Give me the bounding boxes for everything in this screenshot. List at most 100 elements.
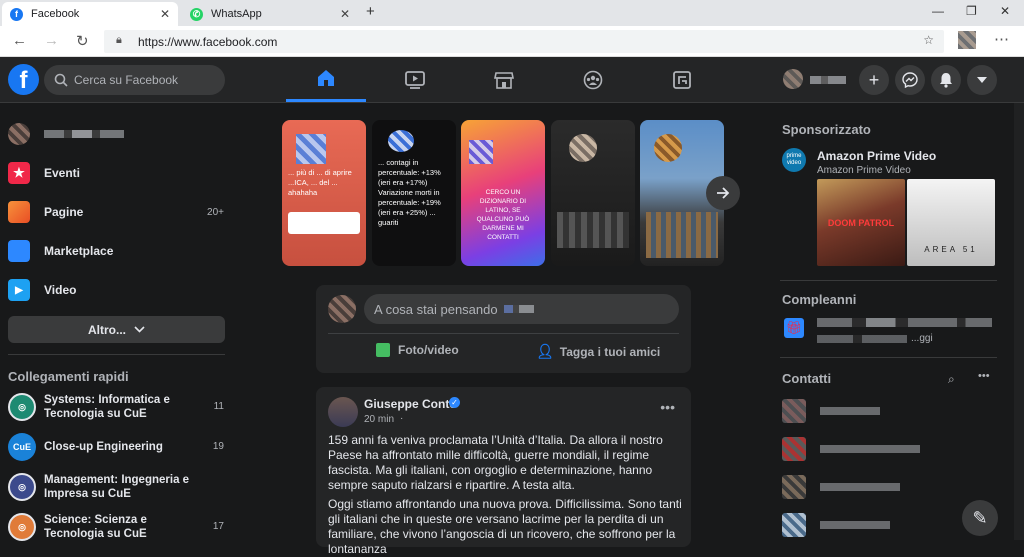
shortcut-label: Systems: Informatica e Tecnologia su CuE [44, 394, 170, 420]
contact-name-blurred [820, 521, 890, 529]
new-tab-button[interactable]: + [366, 3, 375, 20]
shortcut-badge: 19 [212, 441, 224, 452]
nav-groups-tab[interactable] [553, 57, 633, 102]
account-menu-button[interactable] [967, 65, 997, 95]
avatar [782, 513, 806, 537]
sidebar-item-pagine[interactable]: Pagine 20+ [8, 194, 232, 230]
url-text: https://www.facebook.com [138, 34, 278, 49]
profile-avatar[interactable] [958, 31, 976, 49]
story-avatar [654, 134, 682, 162]
shortcut-item[interactable]: CuE Close-up Engineering 19 [8, 433, 232, 461]
marketplace-icon [8, 240, 30, 262]
notifications-button[interactable] [931, 65, 961, 95]
contact-item[interactable] [782, 434, 992, 464]
close-window-button[interactable]: ✕ [1000, 4, 1010, 18]
status-input[interactable]: A cosa stai pensando [364, 294, 679, 324]
video-icon [405, 70, 425, 89]
tab-facebook[interactable]: f Facebook ✕ [2, 2, 178, 26]
forward-arrow-icon[interactable]: → [44, 32, 59, 49]
contact-item[interactable] [782, 396, 992, 426]
close-tab-icon[interactable]: ✕ [160, 7, 170, 21]
groups-icon [583, 70, 603, 89]
post-options-icon[interactable]: ••• [660, 399, 675, 415]
contact-item[interactable] [782, 472, 992, 502]
scrollbar[interactable] [1014, 103, 1024, 540]
tab-whatsapp[interactable]: ✆ WhatsApp ✕ [182, 2, 358, 26]
avatar[interactable] [328, 397, 358, 427]
ad-logo[interactable]: prime video [782, 148, 806, 172]
story-sticker [288, 212, 360, 234]
photo-video-button[interactable]: Foto/video [376, 343, 459, 357]
avatar [782, 437, 806, 461]
ad-name[interactable]: Amazon Prime Video [817, 149, 936, 163]
user-name-blurred [810, 76, 846, 84]
ad-poster-area-51[interactable]: AREA 51 [907, 179, 995, 266]
create-button[interactable]: + [859, 65, 889, 95]
search-contacts-icon[interactable]: ⌕ [948, 372, 955, 387]
post-card: Giuseppe Conte ✓ 20 min · ••• 159 anni f… [316, 387, 691, 556]
see-more-button[interactable]: Altro... [8, 316, 225, 343]
nav-home-tab[interactable] [286, 57, 366, 102]
left-sidebar: ★ Eventi Pagine 20+ Marketplace ▶ Video … [0, 103, 240, 541]
story-card[interactable]: ... contagi in percentuale: +13% (ieri e… [372, 120, 456, 266]
sidebar-item-eventi[interactable]: ★ Eventi [8, 155, 232, 191]
divider [780, 280, 997, 281]
search-input[interactable]: Cerca su Facebook [44, 65, 225, 95]
divider [8, 354, 225, 355]
post-text: 159 anni fa veniva proclamata l’Unità d’… [328, 433, 663, 492]
ad-poster-doom-patrol[interactable]: DOOM PATROL [817, 179, 905, 266]
contact-name-blurred [820, 483, 900, 491]
new-message-button[interactable]: ✎ [962, 500, 998, 536]
nav-watch-tab[interactable] [375, 57, 455, 102]
group-logo-icon: ◎ [8, 513, 36, 541]
post-composer: A cosa stai pensando Foto/video 👤︎ Tagga… [316, 285, 691, 373]
nav-marketplace-tab[interactable] [464, 57, 544, 102]
minimize-button[interactable]: — [932, 4, 944, 18]
story-card[interactable]: ... più di ... di aprire ...ICA, ... del… [282, 120, 366, 266]
shortcut-item[interactable]: ◎ Systems: Informatica e Tecnologia su C… [8, 393, 232, 421]
contacts-title: Contatti [782, 371, 832, 386]
contacts-options-icon[interactable]: ••• [978, 370, 990, 382]
tab-title: Facebook [31, 8, 80, 20]
facebook-logo[interactable]: f [8, 64, 39, 95]
divider [780, 357, 997, 358]
story-card[interactable] [551, 120, 635, 266]
shortcut-badge: 17 [212, 521, 224, 532]
contact-name-blurred [820, 407, 880, 415]
gaming-icon [673, 70, 691, 89]
sponsored-title: Sponsorizzato [782, 122, 871, 137]
flag-icon [8, 201, 30, 223]
contact-item[interactable] [782, 510, 992, 540]
group-logo-icon: ◎ [8, 393, 36, 421]
sidebar-item-marketplace[interactable]: Marketplace [8, 233, 232, 269]
tag-friends-button[interactable]: 👤︎ Tagga i tuoi amici [536, 343, 660, 360]
sidebar-item-label: Eventi [44, 166, 81, 180]
arrow-right-icon [717, 187, 730, 199]
close-tab-icon[interactable]: ✕ [340, 7, 350, 21]
restore-button[interactable]: ❐ [966, 4, 977, 18]
reload-icon[interactable]: ↻ [76, 32, 89, 50]
messenger-button[interactable] [895, 65, 925, 95]
stories-next-button[interactable] [706, 176, 740, 210]
story-image [646, 212, 718, 258]
post-time[interactable]: 20 min [364, 414, 394, 425]
favorite-star-icon[interactable]: ☆ [923, 33, 934, 47]
shortcut-label: Close-up Engineering [44, 441, 163, 453]
shortcut-item[interactable]: ◎ Management: Ingegneria e Impresa su Cu… [8, 473, 232, 501]
compose-icon: ✎ [972, 507, 988, 528]
shortcut-item[interactable]: ◎ Science: Scienza e Tecnologia su CuE 1… [8, 513, 232, 541]
story-avatar [296, 134, 326, 164]
more-menu-icon[interactable]: ⋯ [994, 30, 1009, 48]
contact-name-blurred [820, 445, 920, 453]
post-text: Oggi stiamo affrontando una nuova prova.… [328, 497, 682, 556]
url-field[interactable]: 🔒︎ https://www.facebook.com ☆ [104, 30, 944, 53]
story-card[interactable]: CERCO UN DIZIONARIO DI LATINO, SE QUALCU… [461, 120, 545, 266]
sidebar-item-video[interactable]: ▶ Video [8, 272, 232, 308]
whatsapp-favicon-icon: ✆ [190, 7, 203, 21]
post-author[interactable]: Giuseppe Conte [364, 397, 456, 411]
back-arrow-icon[interactable]: ← [12, 32, 27, 49]
sidebar-item-profile[interactable] [8, 116, 232, 152]
user-avatar[interactable] [783, 69, 803, 89]
birthday-names-blurred [817, 318, 992, 327]
nav-gaming-tab[interactable] [642, 57, 722, 102]
